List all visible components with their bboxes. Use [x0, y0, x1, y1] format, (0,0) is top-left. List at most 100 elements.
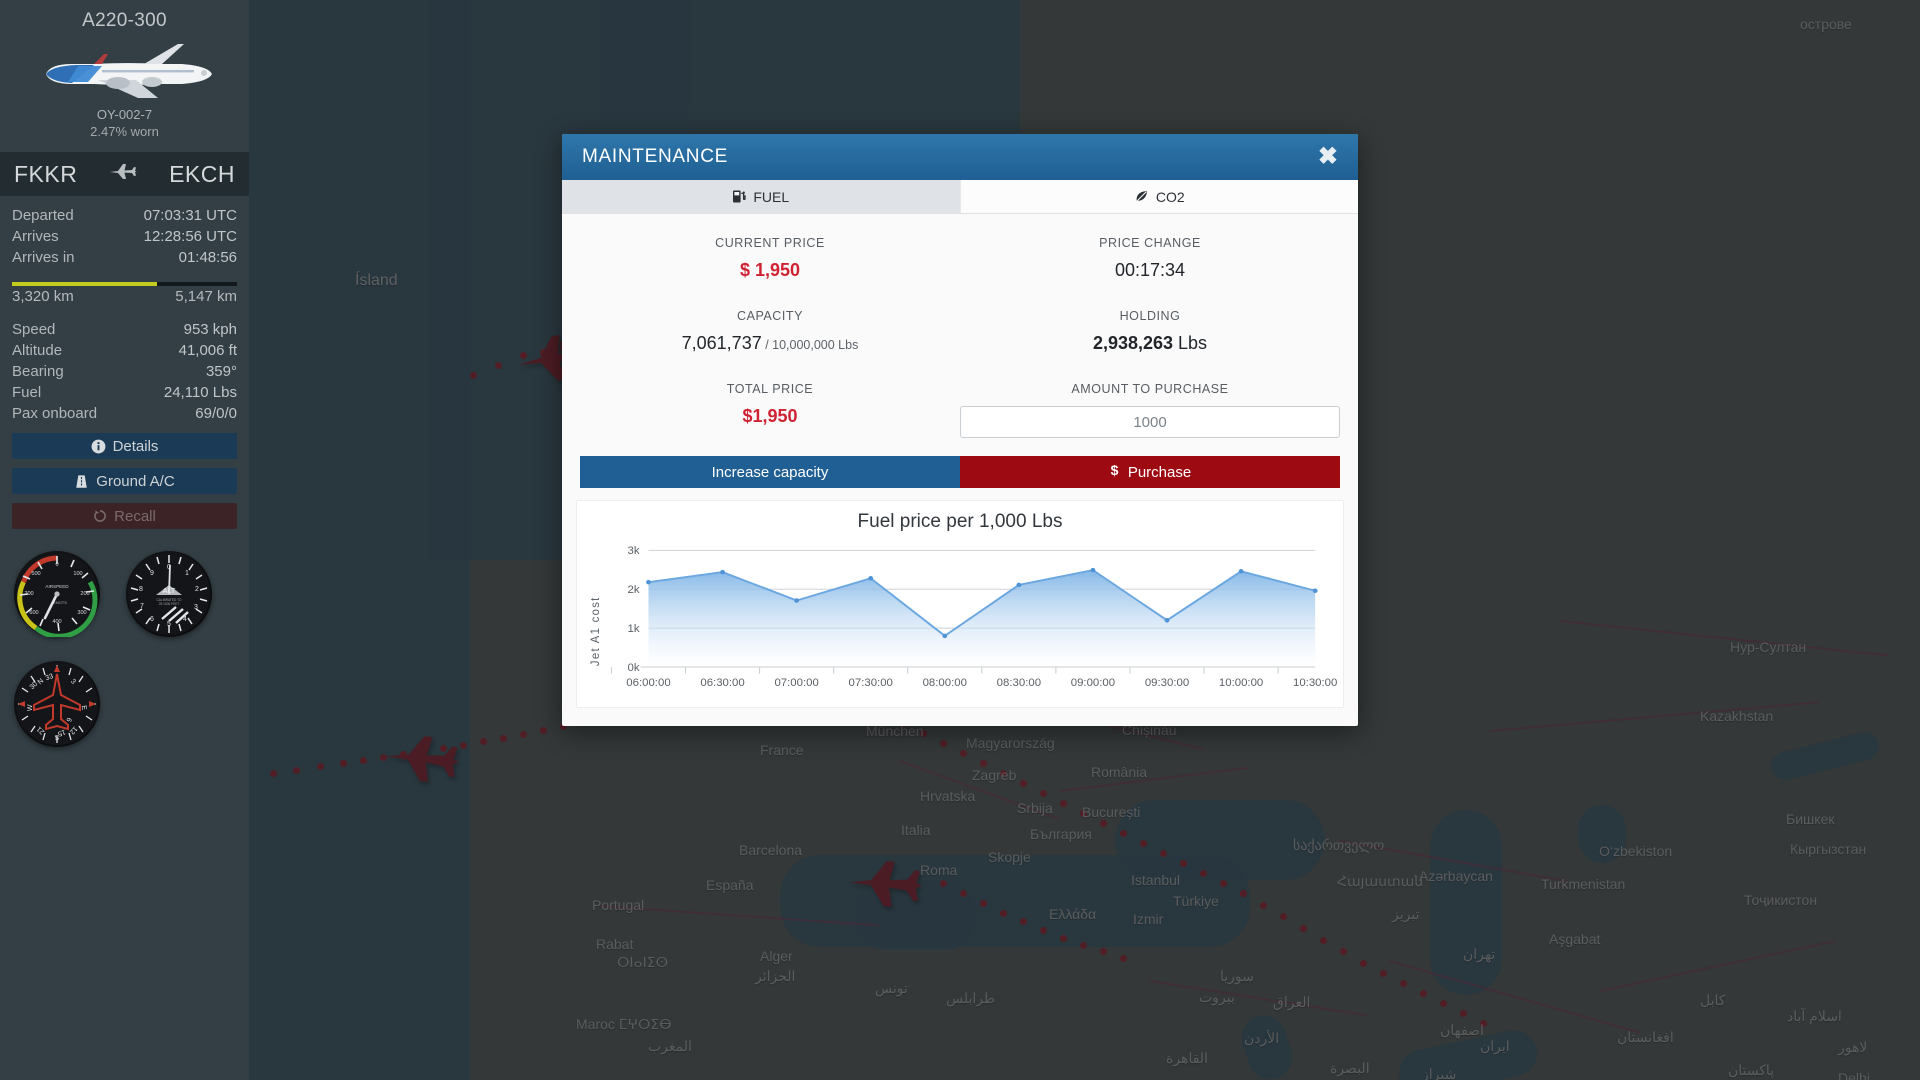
price-row: CURRENT PRICE $ 1,950 PRICE CHANGE 00:17… [580, 236, 1340, 281]
svg-text:0: 0 [55, 562, 58, 568]
aircraft-model: A220-300 [82, 10, 167, 31]
heading-indicator: N 3 E 12 S 21 W 30 33 6 15 [14, 661, 100, 747]
chart-data-point[interactable] [1164, 618, 1170, 623]
route-bar: FKKR EKCH [0, 152, 249, 196]
capacity-block: CAPACITY 7,061,737 / 10,000,000 Lbs [580, 309, 960, 354]
chart-x-tick-label: 06:30:00 [700, 677, 744, 689]
tab-co2[interactable]: CO2 [960, 180, 1358, 213]
capacity-value: 7,061,737 / 10,000,000 Lbs [580, 333, 960, 354]
svg-text:7: 7 [140, 603, 144, 610]
chart-x-tick-label: 07:30:00 [849, 677, 893, 689]
svg-text:100: 100 [73, 571, 82, 577]
aircraft-header: A220-300 OY-002-7 2.47% worn [0, 0, 249, 152]
chart-data-point[interactable] [942, 633, 948, 639]
svg-text:500: 500 [31, 571, 40, 577]
info-value: 24,110 Lbs [163, 384, 237, 401]
modal-tabs: FUEL CO2 [562, 180, 1358, 214]
increase-capacity-label: Increase capacity [711, 463, 829, 481]
svg-text:1: 1 [185, 570, 189, 577]
info-row: Arrives 12:28:56 UTC [0, 226, 249, 247]
maintenance-modal: MAINTENANCE ✖ FUEL CO2 CURRENT PRICE $ 1… [562, 134, 1358, 726]
svg-text:3: 3 [194, 604, 198, 611]
info-row: Arrives in 01:48:56 [0, 247, 249, 268]
airspeed-indicator: 0 500 100 700 200 600 300 400 AIRSPEED KNOTS [14, 551, 100, 639]
capacity-separator: / [761, 338, 773, 352]
info-value: 359° [205, 363, 237, 380]
info-label: Altitude [12, 342, 63, 359]
flight-times: Departed 07:03:31 UTC Arrives 12:28:56 U… [0, 196, 249, 272]
chart-x-tick-label: 10:30:00 [1293, 677, 1337, 689]
info-label: Departed [12, 207, 74, 224]
chart-data-point[interactable] [1090, 567, 1096, 573]
increase-capacity-button[interactable]: Increase capacity [580, 456, 960, 488]
chart-x-tick-label: 08:00:00 [923, 677, 967, 689]
info-row: Departed 07:03:31 UTC [0, 205, 249, 226]
tab-fuel[interactable]: FUEL [562, 180, 961, 213]
distance-total: 5,147 km [175, 288, 237, 305]
chart-x-axis: 06:00:00 06:30:00 07:00:00 07:30:00 08:00:00… [610, 666, 1337, 689]
chart-data-point[interactable] [720, 569, 725, 575]
info-label: Arrives in [12, 249, 75, 266]
info-value: 01:48:56 [178, 249, 237, 266]
amount-block: AMOUNT TO PURCHASE [960, 382, 1340, 438]
purchase-button[interactable]: $ Purchase [960, 456, 1340, 488]
flight-progress [0, 272, 249, 286]
tab-fuel-label: FUEL [753, 188, 790, 205]
leaf-icon [1134, 189, 1149, 204]
holding-amount: 2,938,263 [1092, 333, 1174, 353]
dollar-icon: $ [1109, 462, 1120, 482]
chart-data-point[interactable] [1016, 582, 1022, 588]
svg-text:8: 8 [139, 586, 143, 593]
amount-input[interactable] [960, 406, 1340, 438]
price-change-value: 00:17:34 [1114, 260, 1186, 280]
chart-data-point[interactable] [1312, 588, 1318, 594]
svg-text:300: 300 [77, 610, 86, 616]
price-change-label: PRICE CHANGE [1099, 236, 1201, 250]
total-price-value: $1,950 [742, 406, 798, 426]
capacity-row: CAPACITY 7,061,737 / 10,000,000 Lbs HOLD… [580, 309, 1340, 354]
ground-aircraft-button[interactable]: Ground A/C [12, 468, 237, 494]
capacity-max: 10,000,000 Lbs [772, 338, 859, 352]
fuel-panel: CURRENT PRICE $ 1,950 PRICE CHANGE 00:17… [562, 214, 1358, 488]
recall-icon [93, 509, 107, 523]
info-label: Pax onboard [12, 405, 98, 422]
chart-svg[interactable]: 0k 1k 2k 3k 06:00:00 06:30:00 07:00:00 07:30:0… [583, 539, 1337, 699]
info-label: Arrives [12, 228, 59, 245]
flight-info-sidebar: A220-300 OY-002-7 2.47% worn FKKR EKCH D… [0, 0, 249, 1080]
recall-button-label: Recall [114, 507, 156, 525]
details-button[interactable]: Details [12, 433, 237, 459]
holding-label: HOLDING [1119, 309, 1181, 323]
chart-data-point[interactable] [868, 576, 874, 581]
info-label: Speed [12, 321, 56, 338]
chart-x-tick-label: 09:30:00 [1145, 677, 1189, 689]
price-change-block: PRICE CHANGE 00:17:34 [960, 236, 1340, 281]
holding-value: 2,938,263 Lbs [960, 333, 1340, 354]
chart-area-fill [648, 570, 1316, 667]
attitude-indicator: 012 345 678 9 ALT CALIBRATED TO 29.1000 … [126, 551, 212, 637]
svg-text:9: 9 [150, 570, 154, 577]
svg-text:29.1000 FEET: 29.1000 FEET [159, 602, 180, 606]
current-price-value: $ 1,950 [739, 260, 801, 280]
distance-row: 3,320 km 5,147 km [0, 286, 249, 305]
svg-text:5: 5 [167, 621, 171, 628]
svg-text:AIRSPEED: AIRSPEED [45, 584, 69, 589]
info-row: Speed 953 kph [0, 319, 249, 340]
info-row: Altitude 41,006 ft [0, 340, 249, 361]
chart-area-series [646, 567, 1318, 667]
chart-y-tick-label: 3k [628, 545, 640, 557]
flight-stats: Speed 953 kph Altitude 41,006 ft Bearing… [0, 305, 249, 424]
total-price-block: TOTAL PRICE $1,950 [580, 382, 960, 438]
purchase-label: Purchase [1127, 463, 1192, 481]
progress-track [12, 282, 237, 286]
close-icon[interactable]: ✖ [1314, 143, 1342, 171]
chart-data-point[interactable] [794, 598, 800, 603]
chart-x-tick-label: 10:00:00 [1219, 677, 1263, 689]
destination-airport: EKCH [169, 160, 235, 187]
chart-data-point[interactable] [1238, 569, 1244, 574]
total-price-label: TOTAL PRICE [726, 382, 814, 396]
chart-data-point[interactable] [646, 579, 651, 585]
current-price-block: CURRENT PRICE $ 1,950 [580, 236, 960, 281]
chart-y-axis: 0k 1k 2k 3k [628, 545, 640, 673]
holding-block: HOLDING 2,938,263 Lbs [960, 309, 1340, 354]
runway-icon [74, 474, 89, 489]
